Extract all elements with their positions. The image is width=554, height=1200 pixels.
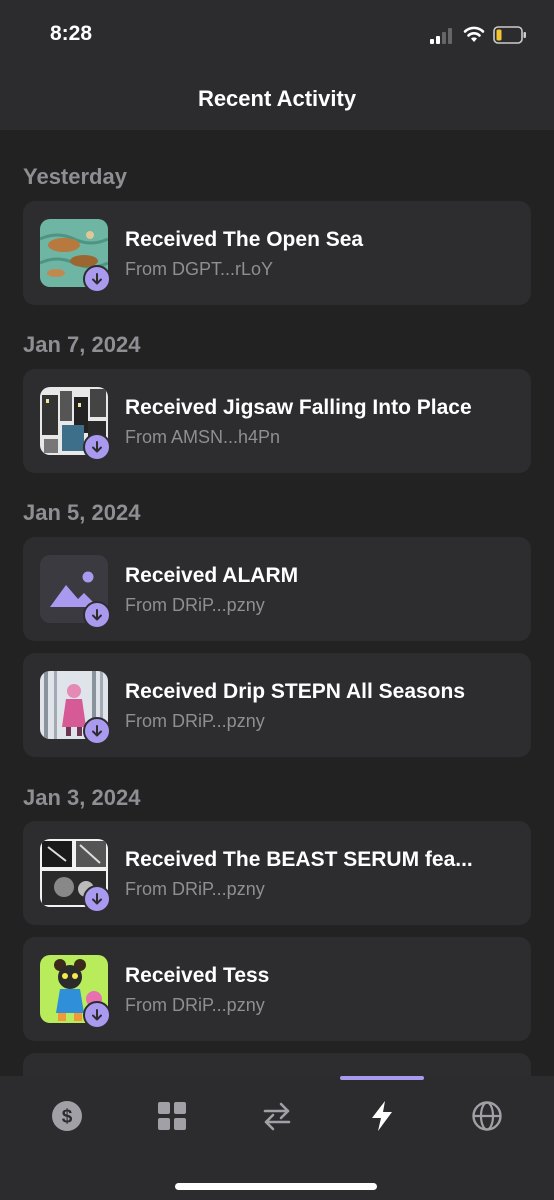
activity-sender: From DRiP...pzny [125,595,265,615]
activity-title: Received Jigsaw Falling Into Place [125,396,472,419]
svg-text:$: $ [62,1107,73,1128]
received-arrow-icon [83,1001,111,1029]
received-arrow-icon [83,433,111,461]
activity-sender: From DGPT...rLoY [125,259,274,279]
tab-activity[interactable] [350,1096,414,1136]
activity-title: Received Drip STEPN All Seasons [125,680,466,703]
activity-item[interactable]: Received ALARM From DRiP...pzny [23,537,531,641]
home-indicator [175,1183,377,1190]
header: Recent Activity [0,70,554,130]
activity-title: Received The BEAST SERUM fea... [125,848,473,871]
grid-icon [158,1102,186,1130]
activity-item[interactable]: Received The BEAST SERUM fea... From DRi… [23,821,531,925]
lightning-icon [372,1101,392,1131]
received-arrow-icon [83,717,111,745]
tab-bar: $ [0,1076,554,1200]
received-arrow-icon [83,885,111,913]
received-arrow-icon [83,601,111,629]
date-heading: Jan 3, 2024 [23,785,141,810]
globe-icon [472,1101,502,1131]
tab-wallet[interactable]: $ [35,1096,99,1136]
activity-item[interactable]: Received Tess From DRiP...pzny [23,937,531,1041]
activity-title: Received Tess [125,964,270,987]
activity-sender: From DRiP...pzny [125,995,265,1015]
activity-title: Received The Open Sea [125,228,364,251]
activity-item[interactable]: Received Jigsaw Falling Into Place From … [23,369,531,473]
tab-explore[interactable] [455,1096,519,1136]
status-time: 8:28 [50,22,93,45]
received-arrow-icon [83,265,111,293]
tab-collectibles[interactable] [140,1096,204,1136]
activity-title: Received ALARM [125,564,299,587]
activity-item[interactable]: Received Drip STEPN All Seasons From DRi… [23,653,531,757]
wifi-icon [463,26,485,42]
activity-sender: From AMSN...h4Pn [125,427,281,447]
swap-arrows-icon [263,1102,291,1131]
date-heading: Jan 7, 2024 [23,332,141,357]
status-bar: 8:28 [0,0,554,70]
activity-sender: From DRiP...pzny [125,711,265,731]
activity-item[interactable]: Received The Open Sea From DGPT...rLoY [23,201,531,305]
date-heading: Jan 5, 2024 [23,500,141,525]
dollar-icon: $ [52,1101,82,1131]
date-heading: Yesterday [23,164,127,189]
battery-icon [493,26,526,44]
cellular-signal-icon [430,28,452,44]
page-title: Recent Activity [197,86,357,111]
active-tab-indicator [340,1076,424,1080]
tab-swap[interactable] [245,1096,309,1136]
activity-sender: From DRiP...pzny [125,879,265,899]
